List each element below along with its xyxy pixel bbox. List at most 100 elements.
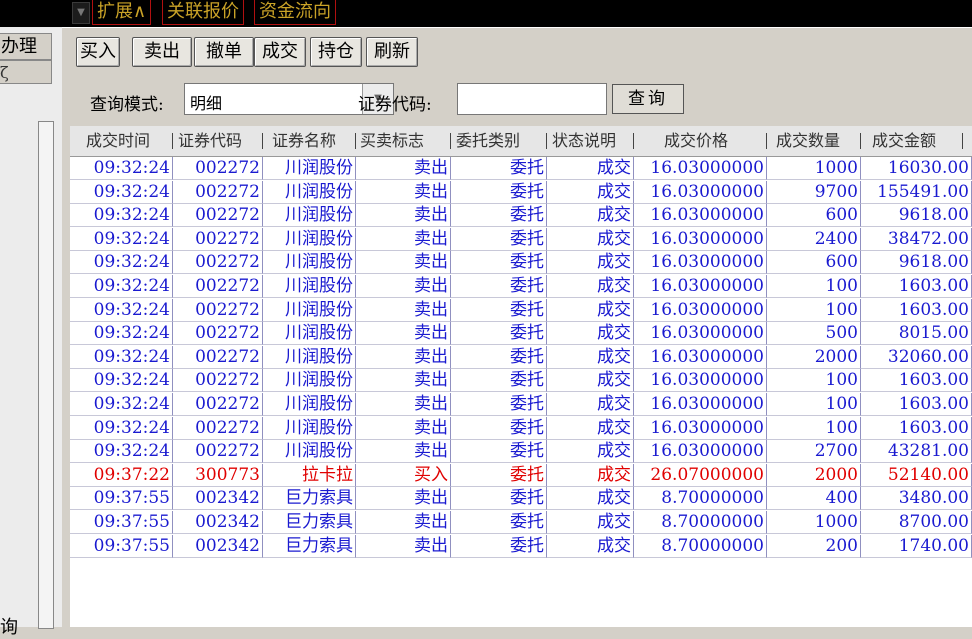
col-divider [172, 133, 173, 149]
cell-side: 卖出 [356, 251, 451, 275]
cell-code: 002272 [173, 322, 263, 346]
col-header-time[interactable]: 成交时间 [86, 126, 150, 156]
sidebar-handle-button[interactable]: 办理 [0, 33, 52, 60]
cell-code: 002272 [173, 440, 263, 464]
cell-amount: 38472.00 [861, 227, 972, 251]
table-row[interactable]: 09:32:24 002272 川润股份 卖出 委托 成交 16.03000000 1000 1… [70, 157, 972, 180]
cell-amount: 52140.00 [861, 463, 972, 487]
cell-qty: 1000 [767, 157, 861, 180]
cell-qty: 9700 [767, 180, 861, 204]
cell-name: 川润股份 [263, 416, 356, 440]
sidebar-scrollbar[interactable] [38, 121, 54, 629]
deals-button[interactable]: 成交 [254, 37, 306, 67]
table-row[interactable]: 09:37:55 002342 巨力索具 卖出 委托 成交 8.70000000 400 348… [70, 487, 972, 511]
table-row[interactable]: 09:32:24 002272 川润股份 卖出 委托 成交 16.03000000 2000 3… [70, 345, 972, 369]
col-header-amount[interactable]: 成交金额 [872, 126, 936, 156]
dropdown-arrow-icon[interactable]: ▼ [72, 2, 90, 24]
col-header-order-type[interactable]: 委托类别 [456, 126, 520, 156]
cell-amount: 43281.00 [861, 440, 972, 464]
cell-qty: 100 [767, 369, 861, 393]
table-row[interactable]: 09:32:24 002272 川润股份 卖出 委托 成交 16.03000000 2700 4… [70, 440, 972, 464]
cell-qty: 2000 [767, 463, 861, 487]
tab-fund-flow[interactable]: 资金流向 [254, 0, 336, 25]
col-header-code[interactable]: 证券代码 [178, 126, 242, 156]
col-header-status[interactable]: 状态说明 [552, 126, 616, 156]
table-row[interactable]: 09:32:24 002272 川润股份 卖出 委托 成交 16.03000000 2400 3… [70, 227, 972, 251]
sidebar-item[interactable]: ζ [0, 60, 52, 84]
cell-side: 买入 [356, 463, 451, 487]
table-row[interactable]: 09:32:24 002272 川润股份 卖出 委托 成交 16.03000000 100 16… [70, 275, 972, 298]
cell-status: 成交 [547, 322, 634, 346]
cell-order-type: 委托 [451, 440, 547, 464]
cell-price: 16.03000000 [634, 251, 767, 275]
cell-qty: 100 [767, 275, 861, 298]
cell-price: 26.07000000 [634, 463, 767, 487]
security-code-input[interactable] [457, 83, 607, 115]
cell-price: 16.03000000 [634, 204, 767, 228]
cell-name: 川润股份 [263, 322, 356, 346]
cell-name: 川润股份 [263, 369, 356, 393]
cell-status: 成交 [547, 440, 634, 464]
cell-name: 巨力索具 [263, 534, 356, 558]
table-row[interactable]: 09:32:24 002272 川润股份 卖出 委托 成交 16.03000000 100 16… [70, 393, 972, 416]
cell-time: 09:37:55 [70, 511, 173, 534]
cell-code: 002272 [173, 393, 263, 416]
cell-amount: 1603.00 [861, 369, 972, 393]
cell-side: 卖出 [356, 440, 451, 464]
cell-price: 16.03000000 [634, 227, 767, 251]
table-row[interactable]: 09:32:24 002272 川润股份 卖出 委托 成交 16.03000000 100 16… [70, 416, 972, 440]
cell-price: 16.03000000 [634, 416, 767, 440]
cell-status: 成交 [547, 369, 634, 393]
cell-time: 09:32:24 [70, 251, 173, 275]
cell-amount: 3480.00 [861, 487, 972, 511]
table-row[interactable]: 09:32:24 002272 川润股份 卖出 委托 成交 16.03000000 100 16… [70, 369, 972, 393]
cell-price: 16.03000000 [634, 157, 767, 180]
cell-name: 川润股份 [263, 180, 356, 204]
table-row[interactable]: 09:32:24 002272 川润股份 卖出 委托 成交 16.03000000 100 16… [70, 298, 972, 322]
cell-code: 002342 [173, 511, 263, 534]
tab-extend[interactable]: 扩展∧ [92, 0, 152, 25]
refresh-button[interactable]: 刷新 [366, 37, 418, 67]
col-header-side[interactable]: 买卖标志 [360, 126, 424, 156]
query-bar: 查询模式: 明细 ▼ 证券代码: 查询 [70, 74, 972, 126]
col-divider [450, 133, 451, 149]
cell-status: 成交 [547, 416, 634, 440]
cell-price: 16.03000000 [634, 275, 767, 298]
col-divider [860, 133, 861, 149]
cell-name: 川润股份 [263, 275, 356, 298]
cell-status: 成交 [547, 298, 634, 322]
cell-status: 成交 [547, 534, 634, 558]
cell-side: 卖出 [356, 487, 451, 511]
cell-price: 16.03000000 [634, 440, 767, 464]
cell-order-type: 委托 [451, 463, 547, 487]
cell-amount: 1603.00 [861, 416, 972, 440]
col-header-price[interactable]: 成交价格 [664, 126, 728, 156]
table-row[interactable]: 09:32:24 002272 川润股份 卖出 委托 成交 16.03000000 9700 1… [70, 180, 972, 204]
cell-time: 09:32:24 [70, 322, 173, 346]
table-row[interactable]: 09:32:24 002272 川润股份 卖出 委托 成交 16.03000000 600 96… [70, 204, 972, 228]
cell-qty: 2700 [767, 440, 861, 464]
buy-button[interactable]: 买入 [76, 37, 120, 67]
cell-name: 川润股份 [263, 393, 356, 416]
cell-side: 卖出 [356, 534, 451, 558]
table-row[interactable]: 09:32:24 002272 川润股份 卖出 委托 成交 16.03000000 600 96… [70, 251, 972, 275]
table-row[interactable]: 09:32:24 002272 川润股份 卖出 委托 成交 16.03000000 500 80… [70, 322, 972, 346]
col-header-qty[interactable]: 成交数量 [776, 126, 840, 156]
cell-order-type: 委托 [451, 298, 547, 322]
table-row[interactable]: 09:37:22 300773 拉卡拉 买入 委托 成交 26.07000000 2000 52… [70, 463, 972, 487]
cell-price: 16.03000000 [634, 345, 767, 369]
search-button[interactable]: 查询 [612, 84, 684, 114]
cell-order-type: 委托 [451, 369, 547, 393]
sell-button[interactable]: 卖出 [132, 37, 192, 67]
cell-amount: 1603.00 [861, 275, 972, 298]
table-row[interactable]: 09:37:55 002342 巨力索具 卖出 委托 成交 8.70000000 1000 87… [70, 511, 972, 534]
cell-name: 川润股份 [263, 157, 356, 180]
col-header-name[interactable]: 证券名称 [272, 126, 336, 156]
cell-side: 卖出 [356, 180, 451, 204]
table-row[interactable]: 09:37:55 002342 巨力索具 卖出 委托 成交 8.70000000 200 174… [70, 534, 972, 558]
cancel-order-button[interactable]: 撤单 [194, 37, 254, 67]
tab-related-quote[interactable]: 关联报价 [162, 0, 244, 25]
cell-name: 巨力索具 [263, 511, 356, 534]
cell-code: 002272 [173, 204, 263, 228]
positions-button[interactable]: 持仓 [310, 37, 362, 67]
